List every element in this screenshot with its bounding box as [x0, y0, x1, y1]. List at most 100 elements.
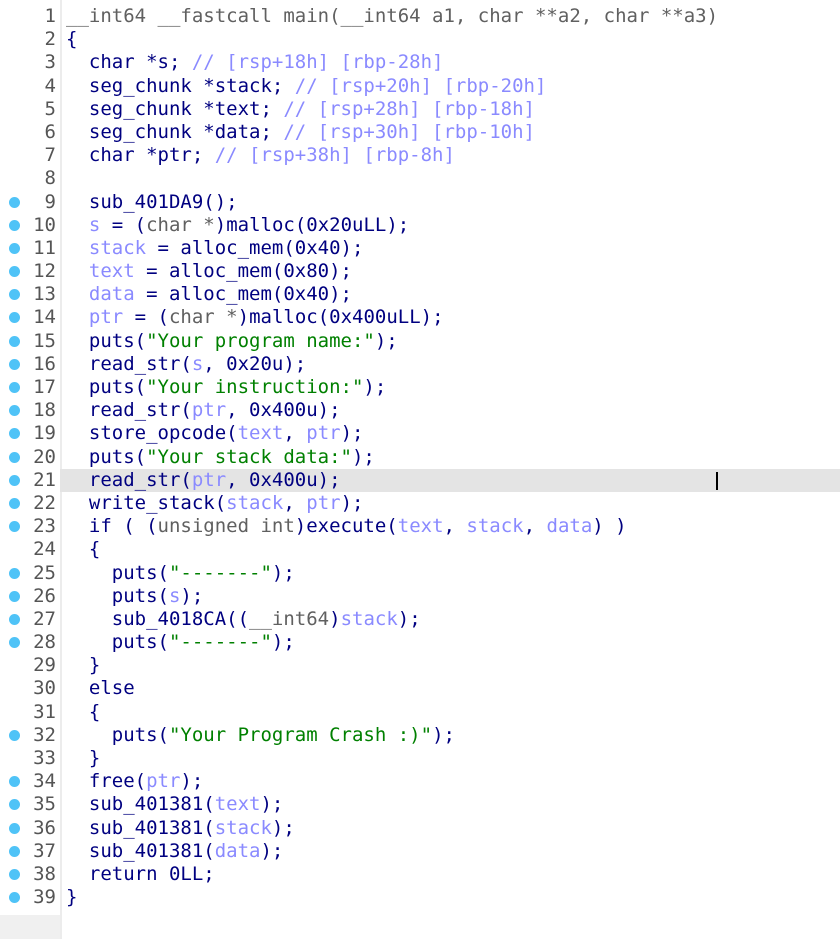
code-line[interactable]: 38 return 0LL;	[0, 863, 840, 886]
line-gutter[interactable]: 30	[0, 677, 60, 700]
pseudocode-view[interactable]: 1 __int64 __fastcall main(__int64 a1, cha…	[0, 5, 840, 909]
code-line[interactable]: 22 write_stack(stack, ptr);	[0, 492, 840, 515]
breakpoint-dot-icon[interactable]	[9, 196, 20, 208]
code-line[interactable]: 17 puts("Your instruction:");	[0, 376, 840, 399]
code-line[interactable]: 6 seg_chunk *data; // [rsp+30h] [rbp-10h…	[0, 121, 840, 144]
code-line[interactable]: 14 ptr = (char *)malloc(0x400uLL);	[0, 306, 840, 329]
line-gutter[interactable]: 22	[0, 492, 60, 515]
code-text[interactable]: text = alloc_mem(0x80);	[60, 260, 840, 283]
code-line[interactable]: 20 puts("Your stack data:");	[0, 446, 840, 469]
line-gutter[interactable]: 32	[0, 724, 60, 747]
line-gutter[interactable]: 33	[0, 747, 60, 770]
code-text[interactable]: sub_401381(stack);	[60, 817, 840, 840]
code-text[interactable]: }	[60, 886, 840, 909]
breakpoint-dot-icon[interactable]	[9, 358, 20, 370]
code-text[interactable]: stack = alloc_mem(0x40);	[60, 237, 840, 260]
breakpoint-dot-icon[interactable]	[9, 242, 20, 254]
line-gutter[interactable]: 12	[0, 260, 60, 283]
breakpoint-dot-icon[interactable]	[9, 822, 20, 834]
code-text[interactable]: }	[60, 654, 840, 677]
code-text[interactable]: puts("-------");	[60, 631, 840, 654]
breakpoint-dot-icon[interactable]	[9, 776, 20, 788]
line-gutter[interactable]: 13	[0, 283, 60, 306]
code-line[interactable]: 1 __int64 __fastcall main(__int64 a1, cha…	[0, 5, 840, 28]
code-line[interactable]: 11 stack = alloc_mem(0x40);	[0, 237, 840, 260]
code-line[interactable]: 15 puts("Your program name:");	[0, 330, 840, 353]
code-line[interactable]: 2{	[0, 28, 840, 51]
line-gutter[interactable]: 19	[0, 422, 60, 445]
code-line[interactable]: 28 puts("-------");	[0, 631, 840, 654]
code-text[interactable]: sub_401DA9();	[60, 191, 840, 214]
line-gutter[interactable]: 36	[0, 817, 60, 840]
code-text[interactable]: puts("Your stack data:");	[60, 446, 840, 469]
code-text[interactable]: puts("-------");	[60, 562, 840, 585]
code-text[interactable]: else	[60, 677, 840, 700]
breakpoint-dot-icon[interactable]	[9, 312, 20, 324]
code-text[interactable]: read_str(s, 0x20u);	[60, 353, 840, 376]
code-line[interactable]: 5 seg_chunk *text; // [rsp+28h] [rbp-18h…	[0, 98, 840, 121]
breakpoint-dot-icon[interactable]	[9, 474, 20, 486]
line-gutter[interactable]: 2	[0, 28, 60, 51]
code-text[interactable]: if ( (unsigned int)execute(text, stack, …	[60, 515, 840, 538]
breakpoint-dot-icon[interactable]	[9, 289, 20, 301]
breakpoint-dot-icon[interactable]	[9, 729, 20, 741]
code-line[interactable]: 12 text = alloc_mem(0x80);	[0, 260, 840, 283]
code-line[interactable]: 29 }	[0, 654, 840, 677]
code-text[interactable]: write_stack(stack, ptr);	[60, 492, 840, 515]
line-gutter[interactable]: 21	[0, 469, 60, 492]
code-text[interactable]: store_opcode(text, ptr);	[60, 422, 840, 445]
breakpoint-dot-icon[interactable]	[9, 219, 20, 231]
breakpoint-dot-icon[interactable]	[9, 567, 20, 579]
code-line[interactable]: 21 read_str(ptr, 0x400u);	[0, 468, 840, 492]
line-gutter[interactable]: 35	[0, 793, 60, 816]
line-gutter[interactable]: 11	[0, 237, 60, 260]
line-gutter[interactable]: 3	[0, 51, 60, 74]
code-text[interactable]: return 0LL;	[60, 863, 840, 886]
breakpoint-dot-icon[interactable]	[9, 335, 20, 347]
code-line[interactable]: 32 puts("Your Program Crash :)");	[0, 724, 840, 747]
code-line[interactable]: 24 {	[0, 538, 840, 561]
line-gutter[interactable]: 28	[0, 631, 60, 654]
line-gutter[interactable]: 6	[0, 121, 60, 144]
line-gutter[interactable]: 34	[0, 770, 60, 793]
code-line[interactable]: 18 read_str(ptr, 0x400u);	[0, 399, 840, 422]
code-text[interactable]: read_str(ptr, 0x400u);	[60, 468, 840, 492]
code-text[interactable]: char *ptr; // [rsp+38h] [rbp-8h]	[60, 144, 840, 167]
breakpoint-dot-icon[interactable]	[9, 451, 20, 463]
line-gutter[interactable]: 8	[0, 167, 60, 190]
breakpoint-dot-icon[interactable]	[9, 405, 20, 417]
line-gutter[interactable]: 10	[0, 214, 60, 237]
line-gutter[interactable]: 18	[0, 399, 60, 422]
code-line[interactable]: 36 sub_401381(stack);	[0, 817, 840, 840]
code-text[interactable]: char *s; // [rsp+18h] [rbp-28h]	[60, 51, 840, 74]
line-gutter[interactable]: 27	[0, 608, 60, 631]
code-line[interactable]: 19 store_opcode(text, ptr);	[0, 422, 840, 445]
code-text[interactable]: sub_401381(data);	[60, 840, 840, 863]
line-gutter[interactable]: 7	[0, 144, 60, 167]
code-text[interactable]: read_str(ptr, 0x400u);	[60, 399, 840, 422]
line-gutter[interactable]: 29	[0, 654, 60, 677]
breakpoint-dot-icon[interactable]	[9, 892, 20, 904]
code-line[interactable]: 4 seg_chunk *stack; // [rsp+20h] [rbp-20…	[0, 75, 840, 98]
breakpoint-dot-icon[interactable]	[9, 428, 20, 440]
breakpoint-dot-icon[interactable]	[9, 799, 20, 811]
code-line[interactable]: 37 sub_401381(data);	[0, 840, 840, 863]
code-text[interactable]: data = alloc_mem(0x40);	[60, 283, 840, 306]
code-text[interactable]: puts("Your Program Crash :)");	[60, 724, 840, 747]
breakpoint-dot-icon[interactable]	[9, 382, 20, 393]
line-gutter[interactable]: 9	[0, 191, 60, 214]
code-line[interactable]: 8	[0, 167, 840, 190]
line-gutter[interactable]: 37	[0, 840, 60, 863]
breakpoint-dot-icon[interactable]	[9, 613, 20, 625]
code-text[interactable]	[60, 167, 840, 190]
code-line[interactable]: 30 else	[0, 677, 840, 700]
code-text[interactable]: free(ptr);	[60, 770, 840, 793]
code-text[interactable]: seg_chunk *text; // [rsp+28h] [rbp-18h]	[60, 98, 840, 121]
line-gutter[interactable]: 17	[0, 376, 60, 399]
line-gutter[interactable]: 23	[0, 515, 60, 538]
breakpoint-dot-icon[interactable]	[9, 868, 20, 880]
code-line[interactable]: 34 free(ptr);	[0, 770, 840, 793]
code-text[interactable]: s = (char *)malloc(0x20uLL);	[60, 214, 840, 237]
line-gutter[interactable]: 38	[0, 863, 60, 886]
code-line[interactable]: 3 char *s; // [rsp+18h] [rbp-28h]	[0, 51, 840, 74]
